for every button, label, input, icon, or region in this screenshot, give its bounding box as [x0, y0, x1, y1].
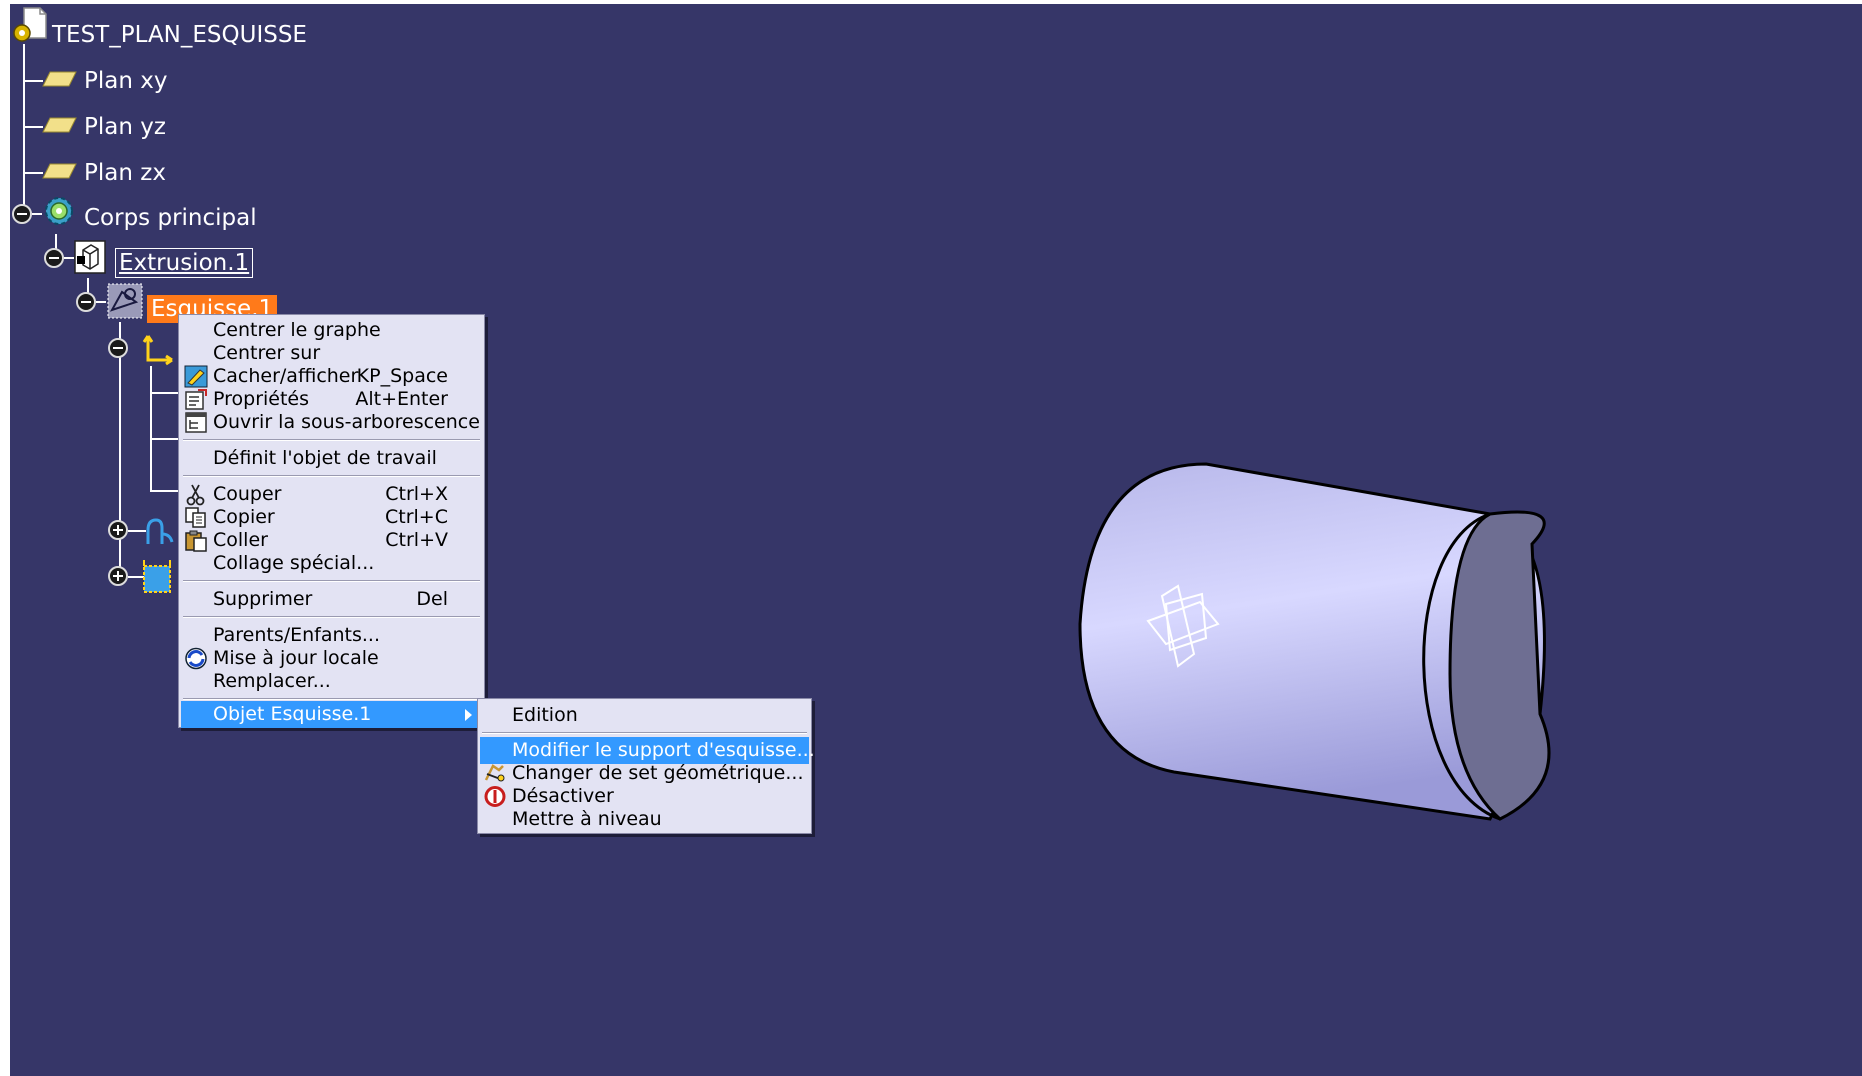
constraints-icon[interactable] — [140, 556, 178, 596]
3d-cylinder-part[interactable] — [1070, 454, 1862, 834]
menu-item-collage-special[interactable]: Collage spécial... — [181, 550, 482, 577]
tree-item-plan-zx[interactable]: Plan zx — [84, 159, 166, 187]
tree-line — [96, 301, 106, 303]
plane-icon[interactable] — [42, 68, 78, 90]
subtree-icon — [185, 412, 207, 433]
menu-item-objet-esquisse[interactable]: Objet Esquisse.1 — [181, 701, 482, 728]
tree-item-extrusion[interactable]: Extrusion.1 — [115, 248, 254, 278]
plane-icon[interactable] — [42, 160, 78, 182]
properties-icon — [185, 389, 207, 410]
menu-separator — [183, 698, 480, 700]
tree-line — [23, 80, 43, 82]
tree-item-corps-principal[interactable]: Corps principal — [84, 204, 257, 232]
collapse-toggle[interactable] — [12, 204, 32, 224]
expand-toggle[interactable] — [108, 566, 128, 586]
copy-icon — [185, 507, 206, 528]
submenu-item-mettre-a-niveau[interactable]: Mettre à niveau — [480, 806, 809, 833]
menu-item-definit-objet-travail[interactable]: Définit l'objet de travail — [181, 445, 482, 472]
body-gear-icon[interactable] — [40, 192, 78, 230]
collapse-toggle[interactable] — [76, 292, 96, 312]
sketch-icon[interactable] — [106, 282, 144, 320]
paste-icon — [185, 530, 207, 552]
geometry-icon[interactable] — [142, 512, 178, 548]
menu-separator — [183, 439, 480, 441]
menu-item-remplacer[interactable]: Remplacer... — [181, 668, 482, 695]
extrusion-icon[interactable] — [74, 240, 106, 274]
submenu: Edition Modifier le support d'esquisse..… — [477, 698, 815, 834]
menu-item-ouvrir-sous-arborescence[interactable]: Ouvrir la sous-arborescence — [181, 409, 482, 436]
submenu-item-edition[interactable]: Edition — [480, 702, 809, 729]
tree-line — [150, 490, 178, 492]
scissors-icon — [186, 484, 205, 506]
tree-line — [23, 172, 43, 174]
submenu-arrow-icon — [465, 709, 472, 721]
3d-viewport[interactable]: TEST_PLAN_ESQUISSE Plan xy Plan yz Plan … — [10, 4, 1862, 1076]
expand-toggle[interactable] — [108, 520, 128, 540]
plane-icon[interactable] — [42, 114, 78, 136]
tree-line — [150, 392, 178, 394]
tree-item-plan-yz[interactable]: Plan yz — [84, 113, 166, 141]
hide-show-icon — [184, 365, 208, 388]
update-icon — [185, 647, 207, 670]
collapse-toggle[interactable] — [44, 248, 64, 268]
tree-line — [150, 366, 152, 492]
menu-separator — [482, 732, 807, 734]
menu-item-supprimer[interactable]: Supprimer Del — [181, 586, 482, 613]
menu-separator — [183, 475, 480, 477]
change-geometric-set-icon — [484, 764, 505, 782]
tree-line — [150, 438, 178, 440]
collapse-toggle[interactable] — [108, 338, 128, 358]
tree-root-label[interactable]: TEST_PLAN_ESQUISSE — [52, 21, 307, 49]
menu-separator — [183, 580, 480, 582]
context-menu: Centrer le graphe Centrer sur Cacher/aff… — [178, 314, 485, 728]
axis-system-icon[interactable] — [138, 332, 178, 366]
tree-line — [64, 257, 74, 259]
tree-line — [23, 126, 43, 128]
menu-separator — [183, 616, 480, 618]
tree-item-plan-xy[interactable]: Plan xy — [84, 67, 167, 95]
deactivate-icon — [484, 786, 506, 807]
tree-line — [23, 44, 25, 214]
product-document-icon[interactable] — [10, 6, 48, 46]
